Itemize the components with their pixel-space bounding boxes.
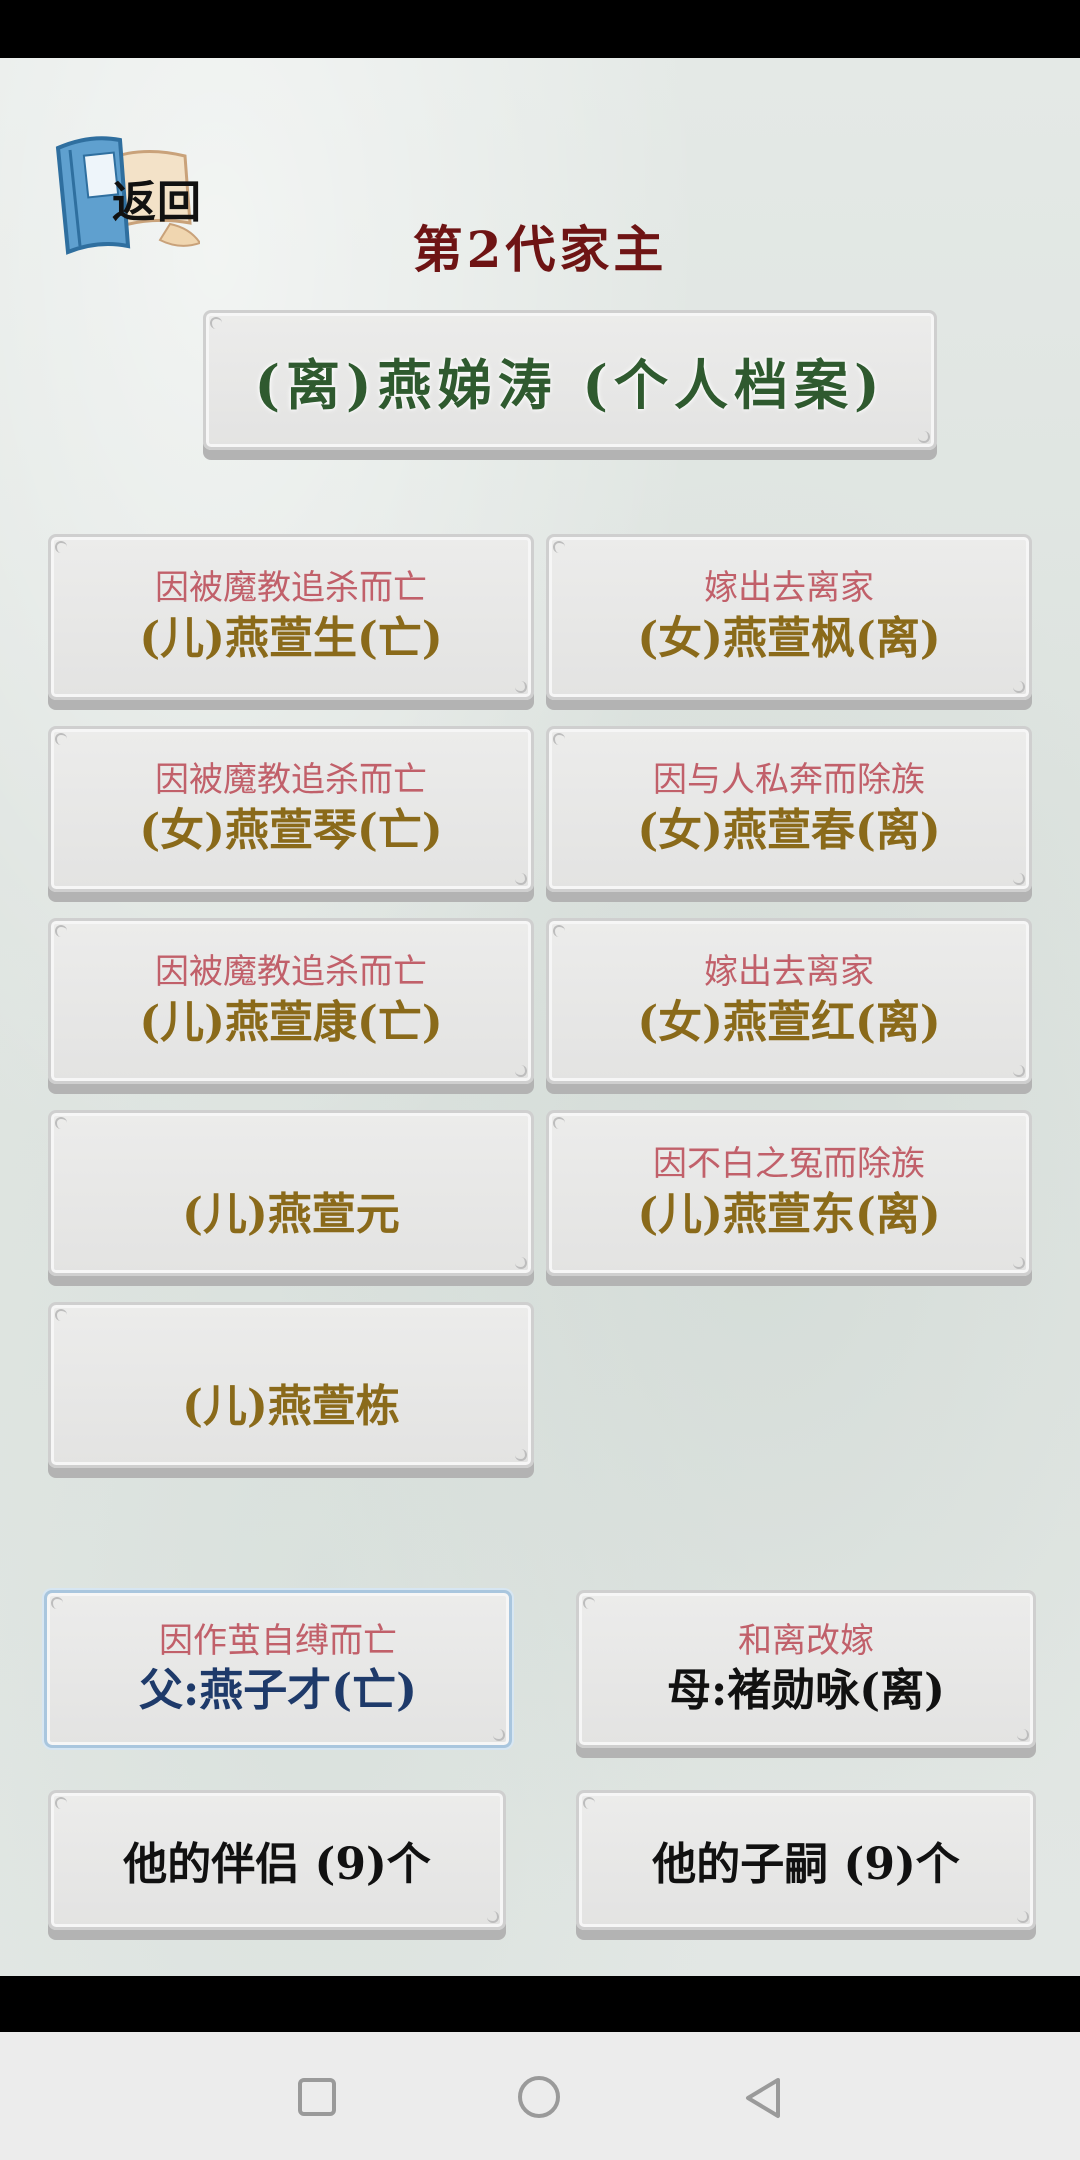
child-card[interactable]: (儿)燕萱元: [48, 1110, 534, 1276]
child-status: 因与人私奔而除族: [653, 760, 925, 800]
child-status: 因不白之冤而除族: [653, 1144, 925, 1184]
page-title: 第2代家主: [412, 220, 668, 279]
mother-status: 和离改嫁: [738, 1621, 874, 1661]
child-name: (儿)燕萱康(亡): [139, 997, 443, 1048]
child-name: (女)燕萱红(离): [637, 997, 941, 1048]
system-nav-bar: [0, 2032, 1080, 2160]
mother-card[interactable]: 和离改嫁 母:褚勋咏(离): [576, 1590, 1036, 1748]
child-name: (儿)燕萱东(离): [637, 1189, 941, 1240]
child-status: 因被魔教追杀而亡: [155, 568, 427, 608]
child-name: (女)燕萱枫(离): [637, 613, 941, 664]
father-name: 父:燕子才(亡): [139, 1665, 417, 1716]
profile-button[interactable]: (离)燕娣涛 (个人档案): [203, 310, 937, 450]
child-card[interactable]: 嫁出去离家 (女)燕萱红(离): [546, 918, 1032, 1084]
father-status: 因作茧自缚而亡: [159, 1621, 397, 1661]
child-card[interactable]: 因被魔教追杀而亡 (女)燕萱琴(亡): [48, 726, 534, 892]
child-name: (儿)燕萱元: [182, 1189, 400, 1240]
children-button[interactable]: 他的子嗣 (9)个: [576, 1790, 1036, 1930]
profile-label: (离)燕娣涛 (个人档案): [254, 352, 886, 417]
partners-button[interactable]: 他的伴侣 (9)个: [48, 1790, 506, 1930]
mother-name: 母:褚勋咏(离): [667, 1665, 945, 1716]
child-name: (女)燕萱琴(亡): [139, 805, 443, 856]
child-name: (儿)燕萱栋: [182, 1381, 400, 1432]
child-card[interactable]: 因不白之冤而除族 (儿)燕萱东(离): [546, 1110, 1032, 1276]
child-card[interactable]: 嫁出去离家 (女)燕萱枫(离): [546, 534, 1032, 700]
child-card[interactable]: (儿)燕萱栋: [48, 1302, 534, 1468]
child-name: (儿)燕萱生(亡): [139, 613, 443, 664]
child-card[interactable]: 因被魔教追杀而亡 (儿)燕萱康(亡): [48, 918, 534, 1084]
children-label: 他的子嗣 (9)个: [652, 1839, 960, 1890]
black-band: [0, 1976, 1080, 2032]
recent-apps-icon[interactable]: [298, 2078, 336, 2116]
father-card[interactable]: 因作茧自缚而亡 父:燕子才(亡): [44, 1590, 512, 1748]
main-content: 返回 第2代家主 (离)燕娣涛 (个人档案) 因被魔教追杀而亡 (儿)燕萱生(亡…: [0, 58, 1080, 1976]
child-status: 因被魔教追杀而亡: [155, 952, 427, 992]
child-card[interactable]: 因被魔教追杀而亡 (儿)燕萱生(亡): [48, 534, 534, 700]
status-bar: [0, 0, 1080, 58]
back-triangle-icon[interactable]: [742, 2076, 784, 2120]
child-card[interactable]: 因与人私奔而除族 (女)燕萱春(离): [546, 726, 1032, 892]
child-name: (女)燕萱春(离): [637, 805, 941, 856]
child-status: 因被魔教追杀而亡: [155, 760, 427, 800]
child-status: 嫁出去离家: [704, 952, 874, 992]
child-status: 嫁出去离家: [704, 568, 874, 608]
home-icon[interactable]: [518, 2076, 560, 2118]
partners-label: 他的伴侣 (9)个: [123, 1839, 431, 1890]
